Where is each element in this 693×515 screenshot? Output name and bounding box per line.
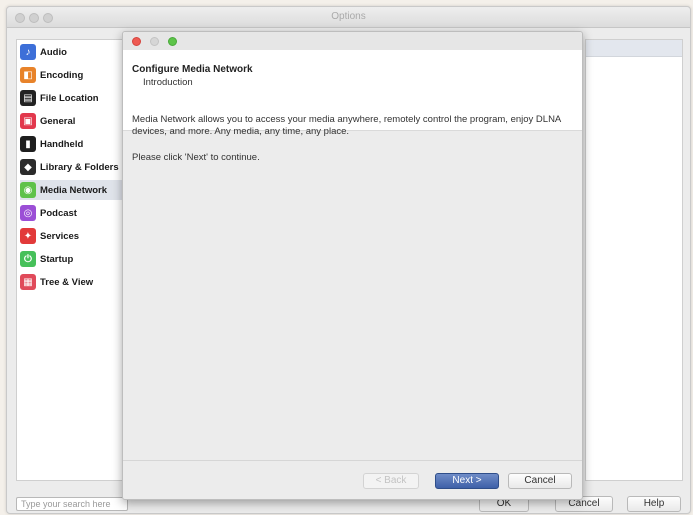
wizard-instruction: Please click 'Next' to continue. bbox=[132, 152, 260, 163]
sidebar-item-library-folders[interactable]: ◆ Library & Folders bbox=[20, 157, 128, 177]
sidebar-item-label: Library & Folders bbox=[40, 161, 119, 173]
sidebar-item-audio[interactable]: ♪ Audio bbox=[20, 42, 128, 62]
sidebar-item-handheld[interactable]: ▮ Handheld bbox=[20, 134, 128, 154]
configure-media-network-dialog: Configure Media Network Introduction Med… bbox=[122, 31, 583, 500]
dialog-titlebar bbox=[123, 32, 582, 50]
startup-icon: ⏻ bbox=[20, 251, 36, 267]
back-button[interactable]: < Back bbox=[363, 473, 419, 489]
sidebar-item-file-location[interactable]: ▤ File Location bbox=[20, 88, 128, 108]
sidebar-item-label: General bbox=[40, 115, 76, 127]
sidebar-item-general[interactable]: ▣ General bbox=[20, 111, 128, 131]
sidebar-item-podcast[interactable]: ◎ Podcast bbox=[20, 203, 128, 223]
sidebar-item-encoding[interactable]: ◧ Encoding bbox=[20, 65, 128, 85]
encoding-icon: ◧ bbox=[20, 67, 36, 83]
wizard-title: Configure Media Network bbox=[132, 64, 253, 75]
general-icon: ▣ bbox=[20, 113, 36, 129]
dialog-minimize-button[interactable] bbox=[150, 37, 159, 46]
sidebar-item-media-network[interactable]: ◉ Media Network bbox=[20, 180, 128, 200]
dialog-zoom-button[interactable] bbox=[168, 37, 177, 46]
file-location-icon: ▤ bbox=[20, 90, 36, 106]
help-button[interactable]: Help bbox=[627, 496, 681, 512]
media-network-icon: ◉ bbox=[20, 182, 36, 198]
sidebar-item-services[interactable]: ✦ Services bbox=[20, 226, 128, 246]
wizard-body: Media Network allows you to access your … bbox=[132, 114, 572, 178]
sidebar-item-label: Podcast bbox=[40, 207, 77, 219]
options-titlebar: Options bbox=[7, 7, 690, 28]
services-icon: ✦ bbox=[20, 228, 36, 244]
sidebar-item-tree-view[interactable]: ▦ Tree & View bbox=[20, 272, 128, 292]
window-title: Options bbox=[331, 11, 366, 22]
sidebar-item-label: Encoding bbox=[40, 69, 84, 81]
sidebar-item-label: Services bbox=[40, 230, 80, 242]
wizard-cancel-button[interactable]: Cancel bbox=[508, 473, 572, 489]
dialog-close-button[interactable] bbox=[132, 37, 141, 46]
wizard-footer-divider bbox=[123, 460, 582, 461]
wizard-subtitle: Introduction bbox=[143, 77, 193, 88]
library-icon: ◆ bbox=[20, 159, 36, 175]
next-button[interactable]: Next > bbox=[435, 473, 499, 489]
sidebar-item-label: File Location bbox=[40, 92, 99, 104]
sidebar-item-label: Tree & View bbox=[40, 276, 94, 288]
settings-panel-header bbox=[586, 40, 682, 57]
sidebar-item-label: Handheld bbox=[40, 138, 84, 150]
podcast-icon: ◎ bbox=[20, 205, 36, 221]
settings-panel bbox=[585, 39, 683, 481]
options-sidebar: ♪ Audio ◧ Encoding ▤ File Location ▣ Gen… bbox=[16, 39, 130, 481]
sidebar-item-label: Media Network bbox=[40, 184, 108, 196]
sidebar-item-label: Startup bbox=[40, 253, 74, 265]
sidebar-item-label: Audio bbox=[40, 46, 67, 58]
audio-icon: ♪ bbox=[20, 44, 36, 60]
wizard-description: Media Network allows you to access your … bbox=[132, 114, 561, 137]
search-input[interactable] bbox=[16, 497, 128, 511]
tree-view-icon: ▦ bbox=[20, 274, 36, 290]
handheld-icon: ▮ bbox=[20, 136, 36, 152]
sidebar-item-startup[interactable]: ⏻ Startup bbox=[20, 249, 128, 269]
